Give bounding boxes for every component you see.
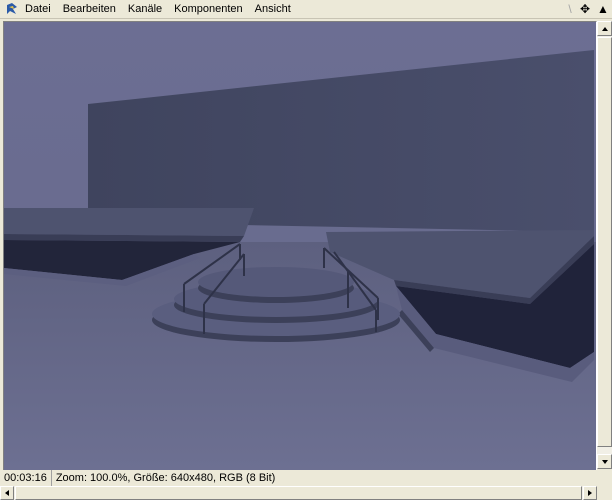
render-viewport[interactable] xyxy=(3,21,597,471)
scroll-right-button[interactable] xyxy=(583,486,597,500)
render-time: 00:03:16 xyxy=(0,470,52,486)
horizontal-scroll-thumb[interactable] xyxy=(15,486,582,500)
scroll-right-icon xyxy=(588,490,592,496)
scroll-left-button[interactable] xyxy=(0,486,14,500)
scroll-down-icon xyxy=(601,459,608,464)
status-bar: 00:03:16 Zoom: 100.0%, Größe: 640x480, R… xyxy=(0,470,597,486)
move-icon[interactable]: ✥ xyxy=(578,2,592,16)
scroll-up-icon xyxy=(601,26,608,31)
app-logo-icon[interactable] xyxy=(3,0,21,18)
menu-komponenten[interactable]: Komponenten xyxy=(168,0,249,18)
menu-kanaele[interactable]: Kanäle xyxy=(122,0,168,18)
scroll-up-button[interactable] xyxy=(597,21,612,36)
menu-bearbeiten[interactable]: Bearbeiten xyxy=(57,0,122,18)
image-info: Zoom: 100.0%, Größe: 640x480, RGB (8 Bit… xyxy=(55,472,276,484)
horizontal-scrollbar[interactable] xyxy=(0,486,612,500)
toolbar-right: \ ✥ ▲ xyxy=(566,0,610,18)
scroll-left-icon xyxy=(5,490,9,496)
scroll-down-button[interactable] xyxy=(597,454,612,469)
menu-ansicht[interactable]: Ansicht xyxy=(249,0,297,18)
vertical-scrollbar[interactable] xyxy=(597,21,612,469)
render-preview-image xyxy=(4,22,596,470)
menu-bar: Datei Bearbeiten Kanäle Komponenten Ansi… xyxy=(0,0,612,19)
disabled-tool-icon: \ xyxy=(568,2,572,16)
resize-grip[interactable] xyxy=(597,486,612,500)
menu-datei[interactable]: Datei xyxy=(21,0,57,18)
up-arrow-icon[interactable]: ▲ xyxy=(596,2,610,16)
vertical-scroll-thumb[interactable] xyxy=(597,37,612,447)
